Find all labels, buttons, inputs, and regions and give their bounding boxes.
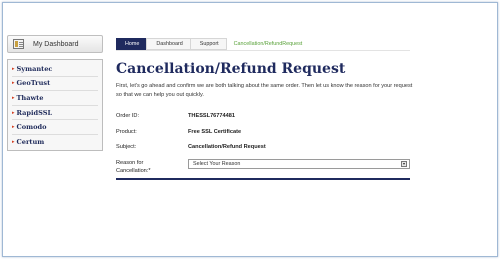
sidebar-item-label: GeoTrust (16, 79, 51, 88)
breadcrumb-dashboard[interactable]: Dashboard (146, 38, 191, 50)
reason-select[interactable]: Select Your Reason ▾ (188, 159, 410, 169)
my-dashboard-button[interactable]: My Dashboard (7, 35, 103, 53)
product-value: Free SSL Certificate (188, 129, 242, 135)
sidebar-item-thawte[interactable]: ▸ Thawte (12, 91, 98, 106)
form-divider (116, 178, 410, 180)
arrow-icon: ▸ (12, 109, 15, 116)
intro-text: First, let's go ahead and confirm we are… (116, 83, 413, 98)
sidebar-item-label: Certum (16, 138, 45, 147)
arrow-icon: ▸ (12, 139, 15, 146)
chevron-down-icon[interactable]: ▾ (401, 161, 407, 167)
page-title: Cancellation/Refund Request (116, 61, 346, 77)
sidebar-item-certum[interactable]: ▸ Certum (12, 135, 98, 150)
subject-value: Cancellation/Refund Request (188, 144, 266, 150)
breadcrumb-home[interactable]: Home (116, 38, 148, 50)
dashboard-icon (13, 39, 24, 49)
sidebar-item-comodo[interactable]: ▸ Comodo (12, 120, 98, 135)
sidebar-item-rapidssl[interactable]: ▸ RapidSSL (12, 106, 98, 121)
arrow-icon: ▸ (12, 94, 15, 101)
order-id-value: THESSL76774481 (188, 113, 235, 119)
my-dashboard-label: My Dashboard (33, 40, 79, 48)
arrow-icon: ▸ (12, 124, 15, 131)
reason-label: Reason for Cancellation:* (116, 159, 176, 175)
sidebar-item-label: Thawte (16, 93, 44, 102)
reason-label-line1: Reason for (116, 160, 144, 166)
sidebar-item-label: RapidSSL (16, 108, 53, 117)
product-label: Product: (116, 129, 137, 135)
breadcrumb-current: Cancellation/RefundRequest (233, 41, 303, 47)
arrow-icon: ▸ (12, 65, 15, 72)
breadcrumb-support[interactable]: Support (189, 38, 227, 50)
sidebar-item-symantec[interactable]: ▸ Symantec (12, 62, 98, 77)
reason-label-line2: Cancellation:* (116, 168, 151, 174)
arrow-icon: ▸ (12, 80, 15, 87)
sidebar-item-geotrust[interactable]: ▸ GeoTrust (12, 77, 98, 92)
sidebar-item-label: Symantec (16, 64, 53, 73)
sidebar-item-label: Comodo (16, 123, 47, 132)
reason-select-value: Select Your Reason (193, 161, 241, 167)
subject-label: Subject: (116, 144, 137, 150)
breadcrumb-divider (116, 50, 410, 51)
breadcrumb: Home Dashboard Support Cancellation/Refu… (116, 38, 308, 50)
brand-sidebar: ▸ Symantec ▸ GeoTrust ▸ Thawte ▸ RapidSS… (7, 59, 103, 151)
order-id-label: Order ID: (116, 113, 140, 119)
